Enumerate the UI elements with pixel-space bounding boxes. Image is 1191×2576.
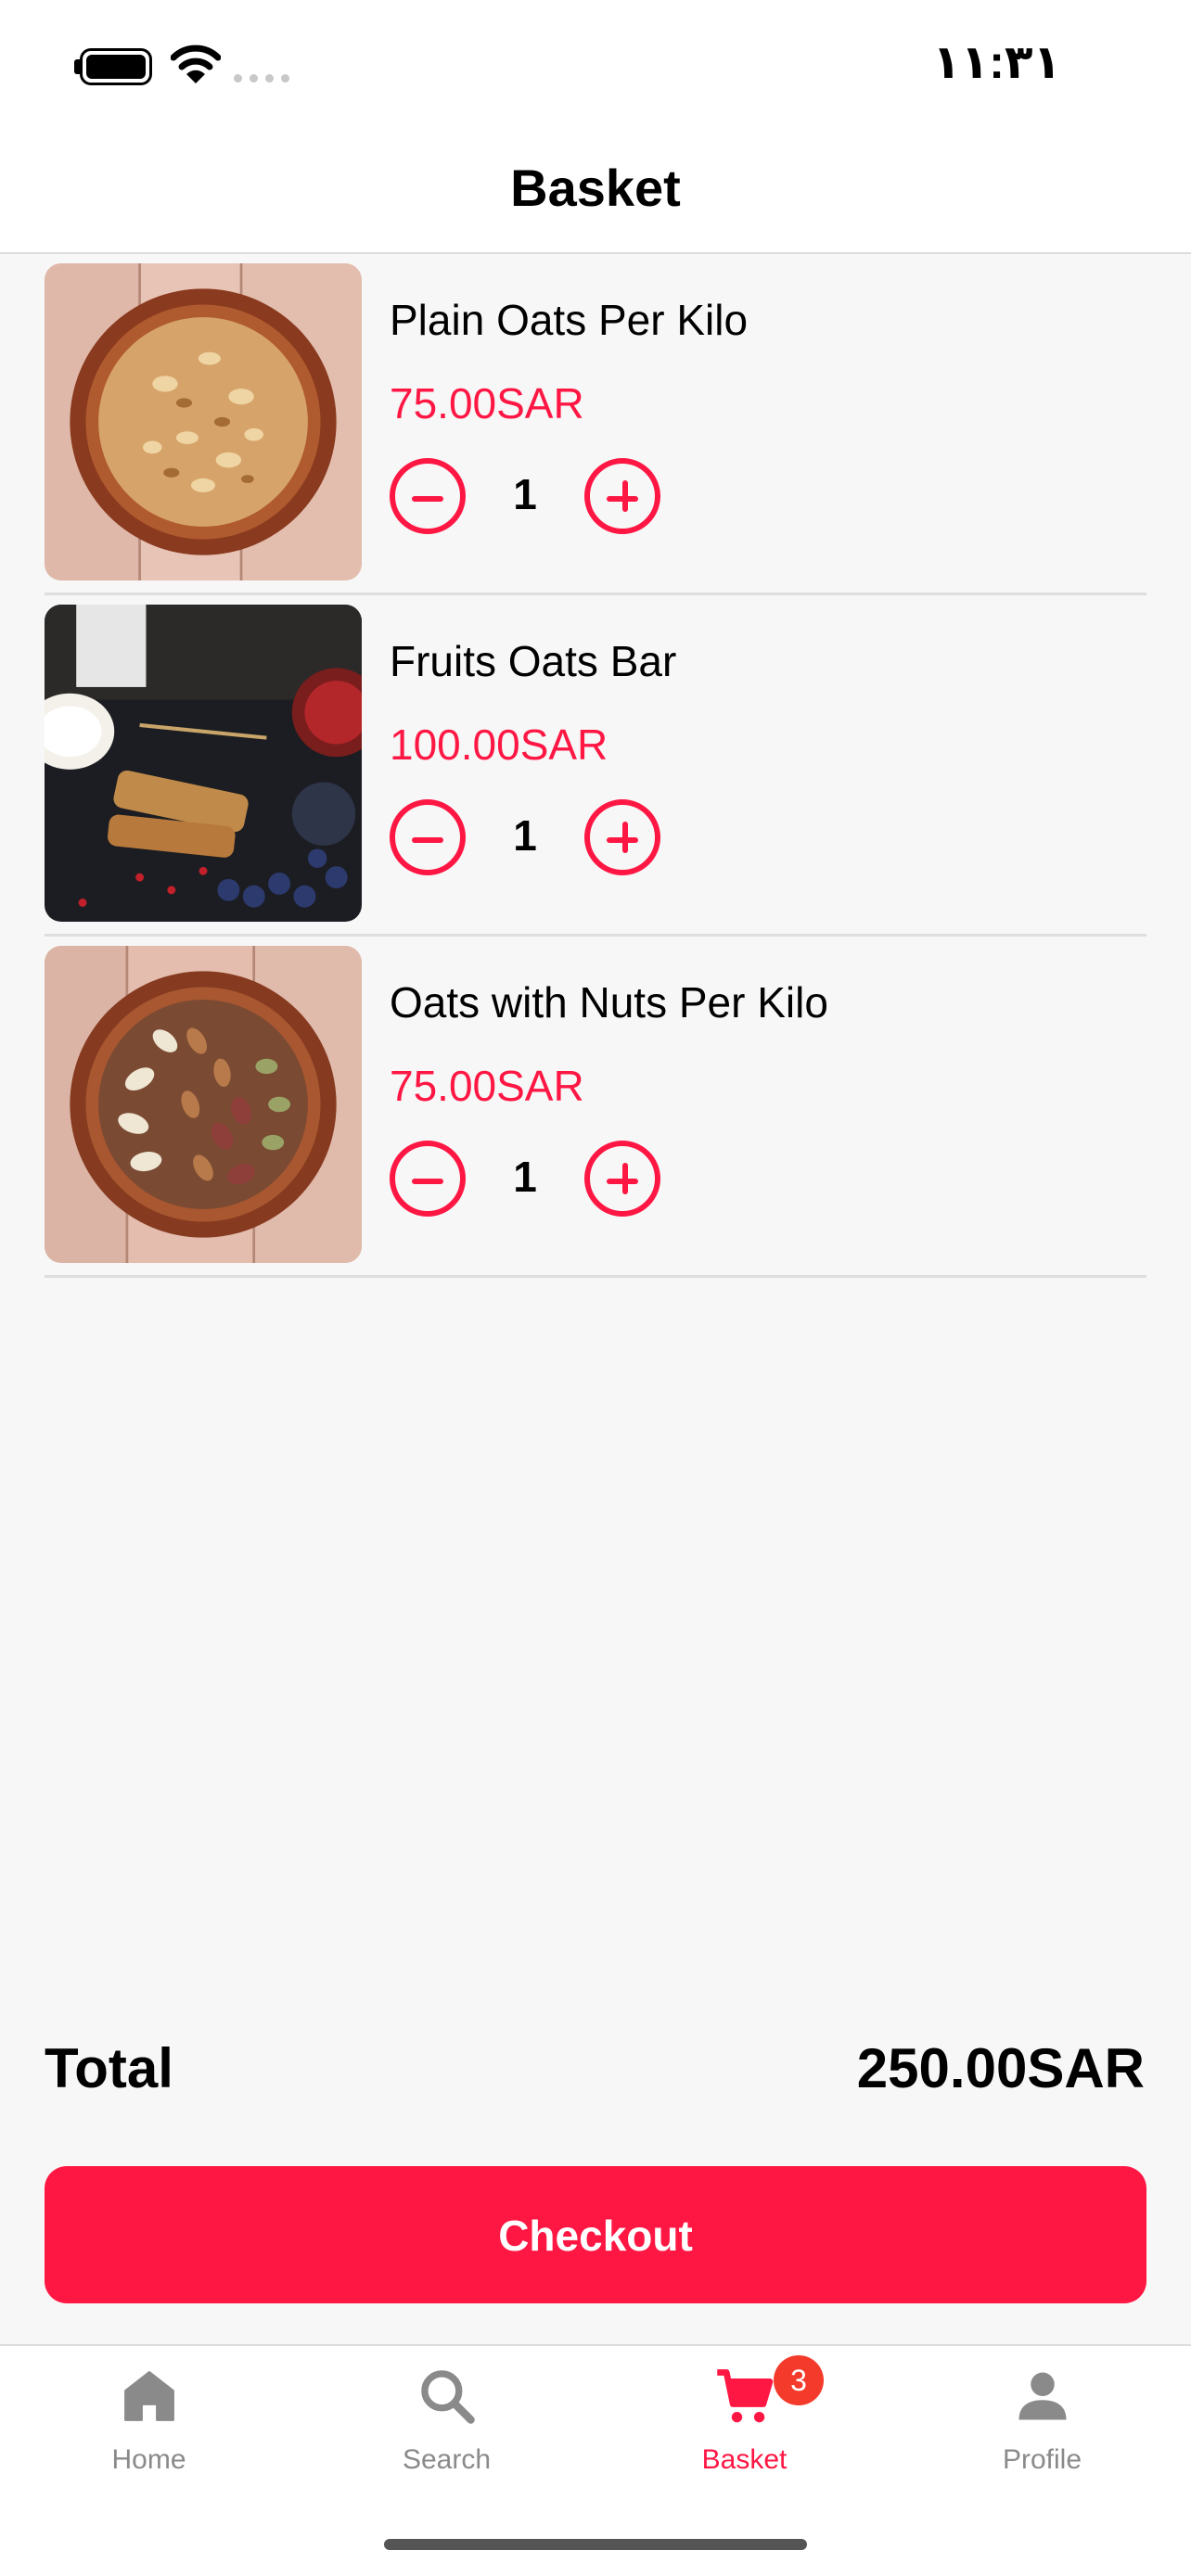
product-image-oats-with-nuts[interactable] <box>45 946 362 1263</box>
product-name[interactable]: Oats with Nuts Per Kilo <box>390 977 828 1027</box>
increase-quantity-button[interactable] <box>584 458 660 534</box>
search-icon <box>420 2370 475 2424</box>
basket-item: Fruits Oats Bar 100.00SAR 1 <box>45 595 1146 937</box>
decrease-quantity-button[interactable] <box>390 1141 466 1217</box>
quantity-stepper: 1 <box>390 799 668 877</box>
product-price: 75.00SAR <box>390 379 584 427</box>
minus-icon <box>412 837 443 843</box>
basket-item: Plain Oats Per Kilo 75.00SAR 1 <box>45 254 1146 595</box>
status-bar: ١١:٣١ <box>0 0 1191 130</box>
tab-label: Home <box>111 2444 186 2475</box>
tab-label: Search <box>402 2444 492 2475</box>
status-time: ١١:٣١ <box>932 36 1061 88</box>
product-name[interactable]: Fruits Oats Bar <box>390 636 676 686</box>
basket-list: Plain Oats Per Kilo 75.00SAR 1 Fruits Oa… <box>45 254 1146 1278</box>
quantity-value: 1 <box>513 1153 537 1201</box>
basket-item: Oats with Nuts Per Kilo 75.00SAR 1 <box>45 937 1146 1278</box>
cart-icon <box>716 2369 773 2423</box>
person-icon <box>1018 2372 1066 2420</box>
quantity-value: 1 <box>513 470 537 518</box>
wifi-icon <box>171 45 221 83</box>
product-price: 100.00SAR <box>390 721 608 769</box>
cellular-signal-icon <box>234 74 289 83</box>
quantity-value: 1 <box>513 811 537 860</box>
increase-quantity-button[interactable] <box>584 799 660 875</box>
minus-icon <box>412 496 443 502</box>
tab-search[interactable]: Search <box>298 2346 596 2522</box>
quantity-stepper: 1 <box>390 458 668 536</box>
total-label: Total <box>45 2037 173 2099</box>
product-image-plain-oats[interactable] <box>45 263 362 580</box>
product-price: 75.00SAR <box>390 1062 584 1110</box>
battery-icon <box>80 48 152 85</box>
decrease-quantity-button[interactable] <box>390 799 466 875</box>
minus-icon <box>412 1179 443 1184</box>
header: Basket <box>0 130 1191 254</box>
increase-quantity-button[interactable] <box>584 1141 660 1217</box>
tab-label: Basket <box>701 2444 788 2475</box>
product-name[interactable]: Plain Oats Per Kilo <box>390 295 748 345</box>
tab-label: Profile <box>1002 2444 1082 2475</box>
page-title: Basket <box>510 159 681 217</box>
decrease-quantity-button[interactable] <box>390 458 466 534</box>
home-indicator[interactable] <box>384 2539 807 2550</box>
checkout-button[interactable]: Checkout <box>45 2166 1146 2303</box>
cart-count-badge: 3 <box>774 2355 824 2405</box>
tab-profile[interactable]: Profile <box>893 2346 1191 2522</box>
tab-basket[interactable]: 3 Basket <box>596 2346 893 2522</box>
tab-home[interactable]: Home <box>0 2346 298 2522</box>
product-image-fruits-oats-bar[interactable] <box>45 605 362 922</box>
home-icon <box>123 2371 174 2421</box>
total-value: 250.00SAR <box>856 2037 1145 2099</box>
quantity-stepper: 1 <box>390 1141 668 1218</box>
